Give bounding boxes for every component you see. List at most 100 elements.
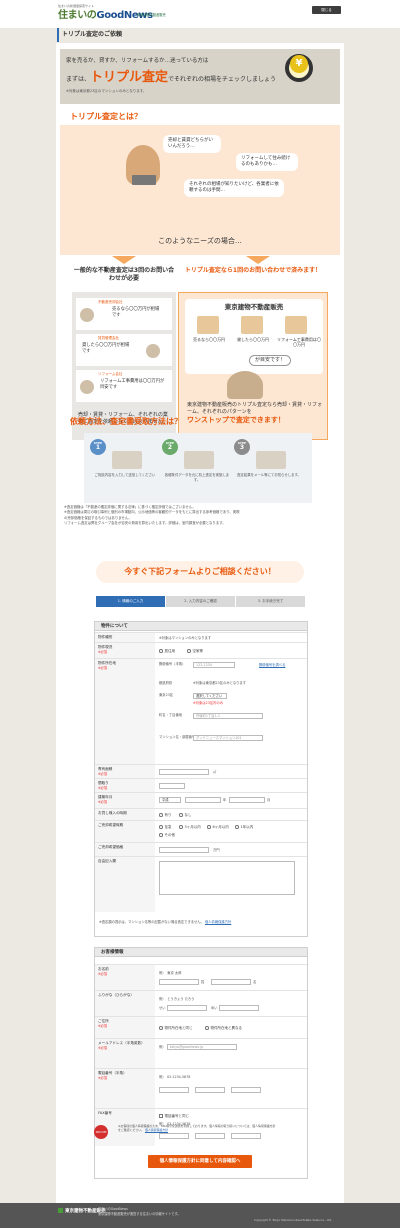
zip-input[interactable]: 123-1234 [193, 662, 235, 668]
property-heading: 物件について [95, 622, 307, 631]
footer-site: 住まいのGoodNews 東京建物不動産販売が運営する住まいの情報サイトです。 [98, 1207, 181, 1216]
company-name: 東京建物不動産販売 [137, 13, 166, 17]
kana-last-input[interactable] [167, 1005, 207, 1011]
hero-line1: 家を売るか、貸すか、リフォームするか…迷っている方は [66, 58, 209, 64]
hero-banner: 家を売るか、貸すか、リフォームするか…迷っている方は まずは、トリプル査定でそれ… [60, 49, 340, 104]
person-icon [146, 344, 160, 358]
arrow-down-icon [112, 256, 136, 264]
rent-radio-2[interactable]: なし [179, 813, 192, 818]
card-reform: リフォーム会社 リフォーム工事費用は〇〇万円が目安です [76, 370, 172, 402]
staff-illustration [227, 371, 263, 399]
form-icon [112, 451, 142, 469]
property-form: 物件について 物件種別 ※対象はマンションのみとなります 物件現況 ※必須 居住用 … [94, 621, 308, 937]
method-heading: 依頼方法、査定書受取方法は？ [70, 417, 182, 426]
last-name-input[interactable] [159, 979, 199, 985]
company-title: 東京建物不動産販売 [224, 303, 284, 311]
site-header: 住まいの新価値探索サイト 住まいのGoodNews 東京建物不動産販売 閉じる [0, 0, 400, 28]
cta-banner: 今すぐ下記フォームよりご相談ください！ [96, 561, 304, 583]
needs-caption: このようなニーズの場合… [158, 237, 242, 245]
arrow-down-icon [246, 256, 270, 264]
step-3: STEP 3 査定結果をメール等にてお知らせします。 [234, 439, 304, 495]
site-footer: 東京建物不動産販売 住まいのGoodNews 東京建物不動産販売が運営する住まいの… [0, 1203, 400, 1228]
need-bubble-1: 売却と賃貸どちらがいいんだろう… [163, 135, 221, 154]
hero-line2: まずは、トリプル査定でそれぞれの相場をチェックしましょう [66, 70, 277, 85]
month-input[interactable] [229, 797, 265, 803]
person-icon [80, 308, 94, 322]
progress-step-2: 2. 入力内容のご確認 [166, 596, 236, 607]
tel-input-3[interactable] [231, 1087, 261, 1093]
step-number-3: STEP 3 [234, 439, 250, 455]
timing-radio-4[interactable]: 1年以内 [235, 825, 253, 830]
customer-form: お客様情報 お名前 ※必須 例） 東京 太郎 姓 名 ふりがな（ひらがな） 例） … [94, 947, 308, 1179]
property-footnote: ※査定額の提示は、マンション名等の記載がない場合査定できません。 個人情報保護方… [99, 920, 232, 924]
person-icon [80, 380, 94, 394]
tenant-icon [241, 316, 263, 334]
progress-steps: 1. 情報のご入力 2. 入力内容のご確認 3. お手続き完了 [96, 596, 306, 607]
fax-input-1[interactable] [159, 1133, 189, 1139]
card-rent: 賃貸管理会社 貸したら〇〇万円が相場です [76, 334, 172, 366]
chart-icon [184, 451, 214, 469]
hero-note: ※対象は東京都23区のマンションのみとなります。 [66, 89, 147, 93]
notes: ※査定価格は「不動産の鑑定評価に関する法律」に基づく鑑定評価ではございません。 ※… [64, 505, 240, 525]
progress-step-1: 1. 情報のご入力 [96, 596, 166, 607]
right-title: トリプル査定なら1回のお問い合わせで済みます！ [184, 267, 322, 274]
step-1: STEP 1 ご相談内容を入力して送信してください [90, 439, 160, 495]
year-input[interactable] [185, 797, 221, 803]
kana-first-input[interactable] [219, 1005, 259, 1011]
laptop-illustration [132, 175, 156, 185]
tel-input-2[interactable] [195, 1087, 225, 1093]
house-icon [256, 451, 286, 469]
left-title: 一般的な不動産査定は3回のお問い合わせが必要 [73, 267, 175, 282]
family-icon [197, 316, 219, 334]
logo-text-a: 住まいの [58, 10, 97, 21]
rent-radio-1[interactable]: 有り [159, 813, 172, 818]
layout-select[interactable] [159, 783, 185, 789]
about-heading: トリプル査定とは？ [70, 112, 142, 121]
right-footnote: 東京建物不動産販売のトリプル査定なら売却・賃貸・リフォーム、それぞれのパターンを… [187, 402, 323, 424]
close-button[interactable]: 閉じる [312, 6, 341, 14]
step-number-1: STEP 1 [90, 439, 106, 455]
memo-textarea[interactable] [159, 861, 295, 895]
timing-radio-2[interactable]: 3ヶ月以内 [179, 825, 201, 830]
address-radio-2[interactable]: 物件所在地と異なる [205, 1026, 242, 1031]
fax-input-3[interactable] [231, 1133, 261, 1139]
copyright: Copyright © Tokyo Tatemono Real Estate S… [254, 1218, 333, 1222]
area-input[interactable] [159, 769, 209, 775]
era-select[interactable]: 平成 [159, 797, 181, 803]
need-bubble-2: リフォームして住み続けるのもありかも… [236, 153, 298, 172]
tel-input-1[interactable] [159, 1087, 189, 1093]
timing-radio-3[interactable]: 6ヶ月以内 [207, 825, 229, 830]
company-logo-icon [58, 1208, 63, 1213]
main-content: 家を売るか、貸すか、リフォームするか…迷っている方は まずは、トリプル査定でそれ… [56, 43, 344, 1203]
first-name-input[interactable] [211, 979, 251, 985]
timing-radio-1[interactable]: 至急 [159, 825, 172, 830]
customer-heading: お客様情報 [95, 948, 307, 957]
price-input[interactable] [159, 847, 209, 853]
fax-same-checkbox[interactable]: 電話番号と同じ [159, 1114, 189, 1119]
ward-select[interactable]: 選択してください [193, 693, 227, 699]
triple-inner-card: 東京建物不動産販売 売るなら〇〇万円 貸したら〇〇万円 リフォーム工事費用は〇〇… [185, 299, 323, 374]
email-input[interactable]: tokyo@goodnews.jp [167, 1044, 237, 1050]
needs-panel: 売却と賃貸どちらがいいんだろう… リフォームして住み続けるのもありかも… それぞ… [60, 125, 340, 255]
step-number-2: STEP 2 [162, 439, 178, 455]
town-input[interactable]: 丹後町1丁目1-1 [193, 713, 263, 719]
fax-input-2[interactable] [195, 1133, 225, 1139]
speech-bubble: が目安です！ [249, 355, 292, 366]
submit-button[interactable]: 個人情報保護方針に同意して内容確認へ [148, 1155, 252, 1168]
zip-lookup-link[interactable]: 郵便番号を調べる [259, 663, 285, 667]
card-sale: 不動産売却会社 売るなら〇〇万円が相場です [76, 298, 172, 330]
building-input[interactable]: グッドニュースマンション101 [193, 735, 263, 741]
yen-coin-icon: ¥ [290, 55, 308, 73]
triple-appraisal-box: 東京建物不動産販売 売るなら〇〇万円 貸したら〇〇万円 リフォーム工事費用は〇〇… [178, 292, 328, 440]
page-title: トリプル査定のご依頼 [57, 28, 344, 42]
step-2: STEP 2 各種条件データを元に机上査定を実施します。 [162, 439, 232, 495]
site-tagline: 住まいの新価値探索サイト [58, 4, 95, 8]
status-radio-2[interactable]: 空家等 [187, 649, 203, 654]
address-radio-1[interactable]: 物件所在地と同じ [159, 1026, 193, 1031]
timing-radio-5[interactable]: その他 [159, 833, 175, 838]
secom-badge: SECOM [94, 1125, 108, 1139]
progress-step-3: 3. お手続き完了 [236, 596, 306, 607]
privacy-note: ※お客様の個人情報保護のため、SSL暗号化通信を利用しております。個人情報の取り… [118, 1124, 276, 1133]
house-icon [285, 316, 307, 334]
status-radio-1[interactable]: 居住用 [159, 649, 175, 654]
